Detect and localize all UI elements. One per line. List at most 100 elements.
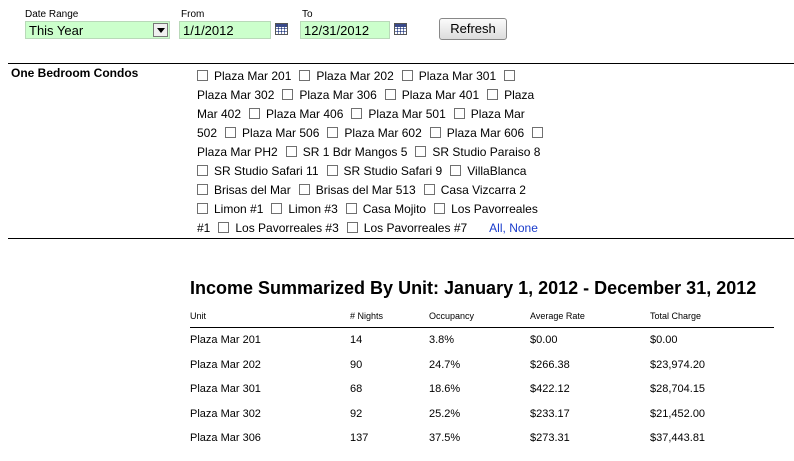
unit-option-label[interactable]: Brisas del Mar xyxy=(214,183,291,197)
unit-checkbox[interactable] xyxy=(326,165,338,176)
table-cell: 68 xyxy=(350,383,363,395)
table-cell: $0.00 xyxy=(650,334,678,346)
from-label: From xyxy=(181,9,205,20)
unit-option-label[interactable]: Los Pavorreales #7 xyxy=(364,221,467,235)
unit-option-label[interactable]: Los Pavorreales #3 xyxy=(235,221,338,235)
date-range-select[interactable]: This Year xyxy=(25,21,170,39)
unit-option-label[interactable]: Brisas del Mar 513 xyxy=(316,183,416,197)
table-cell: Plaza Mar 302 xyxy=(190,407,261,420)
unit-checkbox[interactable] xyxy=(351,108,363,119)
unit-option-label[interactable]: Plaza Mar 302 xyxy=(197,88,274,102)
unit-option-label[interactable]: Plaza Mar 506 xyxy=(242,126,319,140)
unit-option-label[interactable]: Casa Vizcarra 2 xyxy=(441,183,526,197)
unit-option-label[interactable]: 502 xyxy=(197,126,217,140)
divider xyxy=(8,238,794,239)
unit-option-label[interactable]: Plaza Mar 406 xyxy=(266,107,343,121)
unit-option-label[interactable]: Plaza Mar 401 xyxy=(402,88,479,102)
column-header: # Nights xyxy=(350,311,384,321)
calendar-icon[interactable] xyxy=(275,23,288,35)
unit-option-label[interactable]: Plaza Mar xyxy=(471,107,525,121)
unit-option-label[interactable]: Plaza Mar 501 xyxy=(368,107,445,121)
refresh-button[interactable]: Refresh xyxy=(439,18,507,40)
unit-option-label[interactable]: SR Studio Safari 11 xyxy=(214,164,319,178)
table-cell: $21,452.00 xyxy=(650,407,706,420)
unit-option-label[interactable]: SR 1 Bdr Mangos 5 xyxy=(303,145,408,159)
unit-option-label[interactable]: Plaza Mar 202 xyxy=(316,69,393,83)
table-cell: 90 xyxy=(350,358,363,371)
unit-checkbox[interactable] xyxy=(327,127,339,138)
unit-option-label[interactable]: Los Pavorreales xyxy=(451,202,538,216)
unit-checkbox[interactable] xyxy=(434,203,446,214)
unit-options-line: Brisas del Mar Brisas del Mar 513 Casa Viz… xyxy=(197,181,587,200)
unit-checkbox[interactable] xyxy=(429,127,441,138)
divider xyxy=(8,63,794,64)
unit-checkbox-list: Plaza Mar 201 Plaza Mar 202 Plaza Mar 301 P… xyxy=(197,67,587,238)
unit-checkbox[interactable] xyxy=(285,146,297,157)
unit-option-label[interactable]: Plaza Mar 606 xyxy=(447,126,524,140)
calendar-icon[interactable] xyxy=(394,23,407,35)
unit-checkbox[interactable] xyxy=(345,203,357,214)
unit-option-label[interactable]: Plaza xyxy=(504,88,534,102)
unit-option-label[interactable]: SR Studio Paraiso 8 xyxy=(432,145,540,159)
unit-option-label[interactable]: Casa Mojito xyxy=(363,202,426,216)
unit-option-label[interactable]: Plaza Mar 201 xyxy=(214,69,291,83)
unit-checkbox[interactable] xyxy=(346,222,358,233)
select-all-link[interactable]: All xyxy=(489,221,502,235)
table-cell: 25.2% xyxy=(429,407,461,420)
unit-checkbox[interactable] xyxy=(487,89,499,100)
unit-options-line: Mar 402 Plaza Mar 406 Plaza Mar 501 Plaza M… xyxy=(197,105,587,124)
column-header: Average Rate xyxy=(530,311,585,321)
table-cell: $266.38 xyxy=(530,358,570,371)
report-title: Income Summarized By Unit: January 1, 20… xyxy=(190,278,757,298)
unit-option-label[interactable]: Plaza Mar 602 xyxy=(344,126,421,140)
unit-checkbox[interactable] xyxy=(423,184,435,195)
table-cell: $23,974.20 xyxy=(650,358,706,371)
unit-option-label[interactable]: Plaza Mar PH2 xyxy=(197,145,278,159)
unit-checkbox[interactable] xyxy=(197,165,208,176)
unit-options-line: #1 Los Pavorreales #3 Los Pavorreales #7 Al… xyxy=(197,219,587,238)
to-date-input[interactable]: 12/31/2012 xyxy=(300,21,390,39)
date-range-label: Date Range xyxy=(25,9,79,20)
column-header: Total Charge xyxy=(650,311,702,321)
unit-option-label[interactable]: #1 xyxy=(197,221,210,235)
table-cell: 37.5% xyxy=(429,432,461,444)
table-cell: 92 xyxy=(350,407,363,420)
unit-checkbox[interactable] xyxy=(197,184,208,195)
unit-options-line: Plaza Mar 201 Plaza Mar 202 Plaza Mar 301 xyxy=(197,67,587,86)
unit-checkbox[interactable] xyxy=(415,146,427,157)
unit-option-label[interactable]: Limon #1 xyxy=(214,202,263,216)
unit-checkbox[interactable] xyxy=(384,89,396,100)
unit-checkbox[interactable] xyxy=(532,127,544,138)
table-cell: $0.00 xyxy=(530,334,558,346)
table-cell: Plaza Mar 201 xyxy=(190,334,261,346)
table-cell: $273.31 xyxy=(530,432,570,444)
unit-option-label[interactable]: Plaza Mar 306 xyxy=(299,88,376,102)
header-divider xyxy=(190,327,774,328)
unit-checkbox[interactable] xyxy=(401,70,413,81)
from-date-input[interactable]: 1/1/2012 xyxy=(179,21,271,39)
unit-checkbox[interactable] xyxy=(450,165,462,176)
unit-checkbox[interactable] xyxy=(197,70,208,81)
unit-option-label[interactable]: Plaza Mar 301 xyxy=(419,69,496,83)
table-cell: $422.12 xyxy=(530,383,570,395)
unit-option-label[interactable]: Mar 402 xyxy=(197,107,241,121)
unit-checkbox[interactable] xyxy=(282,89,294,100)
unit-checkbox[interactable] xyxy=(453,108,465,119)
select-none-link[interactable]: None xyxy=(509,221,538,235)
unit-option-label[interactable]: VillaBlanca xyxy=(467,164,526,178)
unit-checkbox[interactable] xyxy=(299,70,311,81)
unit-options-line: Limon #1 Limon #3 Casa Mojito Los Pavorreal… xyxy=(197,200,587,219)
unit-checkbox[interactable] xyxy=(298,184,310,195)
unit-checkbox[interactable] xyxy=(249,108,261,119)
unit-checkbox[interactable] xyxy=(504,70,516,81)
unit-checkbox[interactable] xyxy=(225,127,237,138)
table-cell: 3.8% xyxy=(429,334,455,346)
unit-checkbox[interactable] xyxy=(271,203,283,214)
unit-checkbox[interactable] xyxy=(218,222,230,233)
unit-checkbox[interactable] xyxy=(197,203,208,214)
table-cell: 14 xyxy=(350,334,363,346)
unit-option-label[interactable]: SR Studio Safari 9 xyxy=(344,164,443,178)
table-cell: Plaza Mar 301 xyxy=(190,383,261,395)
unit-option-label[interactable]: Limon #3 xyxy=(288,202,337,216)
chevron-down-icon[interactable] xyxy=(153,23,168,37)
